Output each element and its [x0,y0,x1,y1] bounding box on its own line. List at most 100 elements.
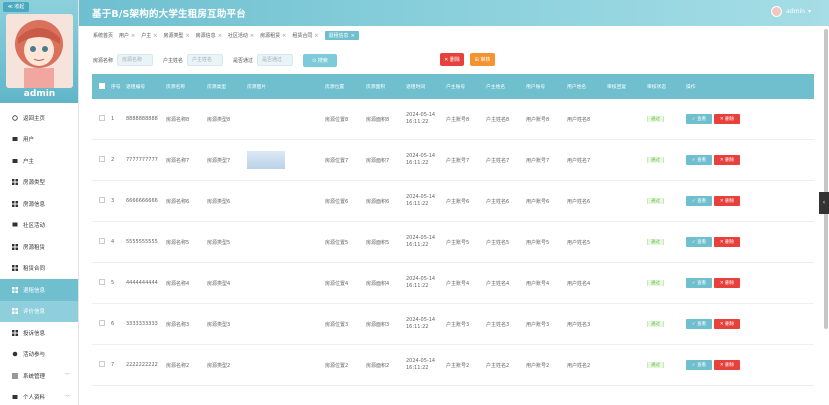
scrollbar[interactable] [824,29,828,329]
delete-button[interactable]: ✕ 删除 [714,196,740,206]
tab-home[interactable]: 系统首页 [93,32,113,39]
user-menu[interactable]: admin ▾ [771,6,811,17]
row-checkbox[interactable] [92,115,109,123]
status-badge: 通过 [647,157,664,163]
cell-owner-account: 户主账号3 [446,321,470,328]
column-header[interactable]: 房源面积 [364,83,404,90]
close-icon[interactable]: × [351,33,355,39]
house-name-input[interactable]: 房源名称 [117,54,154,66]
column-header[interactable]: 审核状态 [645,83,684,90]
sidebar-item-users[interactable]: 用户 [0,129,78,151]
sidebar-item-label: 社区活动 [23,223,46,230]
column-header[interactable]: 房源图片 [245,83,323,90]
sidebar-item-complaint[interactable]: 投诉信息 [0,322,78,344]
sidebar-item-owner[interactable]: 户主 [0,150,78,172]
sidebar-item-community[interactable]: 社区活动 [0,215,78,237]
tab-house-info[interactable]: 房源信息 × [196,32,222,39]
cell-user-account: 用户账号6 [526,198,550,205]
row-checkbox[interactable] [92,361,109,369]
sidebar-item-activity[interactable]: 活动参与 [0,344,78,366]
row-checkbox[interactable] [92,197,109,205]
sidebar-item-house-info[interactable]: 房源信息 [0,193,78,215]
batch-delete-button[interactable]: ✕ 删除 [440,53,464,66]
delete-button[interactable]: ✕ 删除 [714,155,740,165]
collapse-button[interactable]: ≪ 收起 [3,2,29,12]
close-icon[interactable]: × [153,33,157,39]
house-image[interactable] [247,151,285,169]
tab-owner[interactable]: 户主 × [141,32,157,39]
tab-users[interactable]: 用户 × [119,32,135,39]
view-button[interactable]: ✓ 查看 [686,360,712,370]
close-icon[interactable]: × [185,33,189,39]
tab-house-type[interactable]: 房源类型 × [163,32,189,39]
audit-button[interactable]: ⊞ 审核 [470,53,495,66]
approved-select[interactable]: 是否通过 [257,54,294,66]
side-toggle-button[interactable]: ‹ [819,192,829,214]
select-all-checkbox[interactable] [92,82,109,91]
sidebar-item-contract[interactable]: 租赁合同 [0,258,78,280]
cell-owner-name: 户主姓名3 [486,321,510,328]
close-icon[interactable]: × [250,33,254,39]
delete-button[interactable]: ✕ 删除 [714,278,740,288]
close-icon[interactable]: × [131,33,135,39]
view-button[interactable]: ✓ 查看 [686,114,712,124]
cell-index: 5 [111,280,115,286]
cell-user-name: 用户姓名3 [567,321,591,328]
sidebar-item-rental[interactable]: 房源租赁 [0,236,78,258]
column-header[interactable]: 退租时间 [404,83,444,90]
cell-actions: ✓ 查看 ✕ 删除 [684,360,754,370]
row-checkbox[interactable] [92,156,109,164]
column-header[interactable]: 房源位置 [323,83,364,90]
column-header[interactable]: 审核回复 [605,83,645,90]
tab-label: 系统首页 [93,32,114,39]
tab-label: 退租信息 [328,32,349,39]
close-icon[interactable]: × [282,33,286,39]
column-header[interactable]: 房源名称 [164,83,205,90]
delete-button[interactable]: ✕ 删除 [714,114,740,124]
cell-owner-name: 户主姓名7 [486,157,510,164]
tab-rental[interactable]: 房源租赁 × [260,32,286,39]
chevron-down-icon: ﹀ [64,394,70,401]
cell-house-name: 房源名称2 [166,362,190,369]
cell-actions: ✓ 查看 ✕ 删除 [684,319,754,329]
avatar [6,14,73,88]
sidebar-item-review[interactable]: 评价信息 [0,300,78,322]
chat-icon [12,222,18,228]
cell-user-account: 用户账号8 [526,116,550,123]
cell-checkout-no: 4444444444 [126,280,158,286]
column-header[interactable]: 房源类型 [205,83,245,90]
sidebar-item-system[interactable]: 系统管理 ﹀ [0,365,78,387]
search-button[interactable]: ⊙ 搜索 [303,53,338,67]
close-icon[interactable]: × [314,33,318,39]
tab-checkout[interactable]: 退租信息 × [324,30,359,40]
view-button[interactable]: ✓ 查看 [686,237,712,247]
close-icon[interactable]: × [218,33,222,39]
column-header[interactable]: 退租编号 [124,83,164,90]
column-header[interactable]: 用户姓名 [565,83,605,90]
column-header[interactable]: 户主账号 [444,83,484,90]
sidebar-item-home[interactable]: 返回主页 [0,107,78,129]
cell-checkout-time: 2024-05-14 16:11:22 [404,235,444,249]
view-button[interactable]: ✓ 查看 [686,319,712,329]
row-checkbox[interactable] [92,238,109,246]
tab-community[interactable]: 社区活动 × [228,32,254,39]
column-header[interactable]: 用户账号 [524,83,565,90]
cell-house-type: 房源类型3 [207,321,231,328]
sidebar-item-profile[interactable]: 个人资料 ﹀ [0,387,78,405]
view-button[interactable]: ✓ 查看 [686,155,712,165]
sidebar-item-checkout[interactable]: 退租信息 [0,279,78,301]
row-checkbox[interactable] [92,279,109,287]
sidebar-item-house-type[interactable]: 房源类型 [0,172,78,194]
view-button[interactable]: ✓ 查看 [686,196,712,206]
row-checkbox[interactable] [92,320,109,328]
delete-button[interactable]: ✕ 删除 [714,319,740,329]
tab-contract[interactable]: 租赁合同 × [292,32,318,39]
owner-name-input[interactable]: 户主姓名 [187,54,224,66]
column-header[interactable]: 户主姓名 [484,83,524,90]
view-button[interactable]: ✓ 查看 [686,278,712,288]
delete-button[interactable]: ✕ 删除 [714,237,740,247]
user-icon [12,158,18,164]
sidebar-item-label: 系统管理 [23,373,46,380]
cell-owner-name: 户主姓名6 [486,198,510,205]
delete-button[interactable]: ✕ 删除 [714,360,740,370]
